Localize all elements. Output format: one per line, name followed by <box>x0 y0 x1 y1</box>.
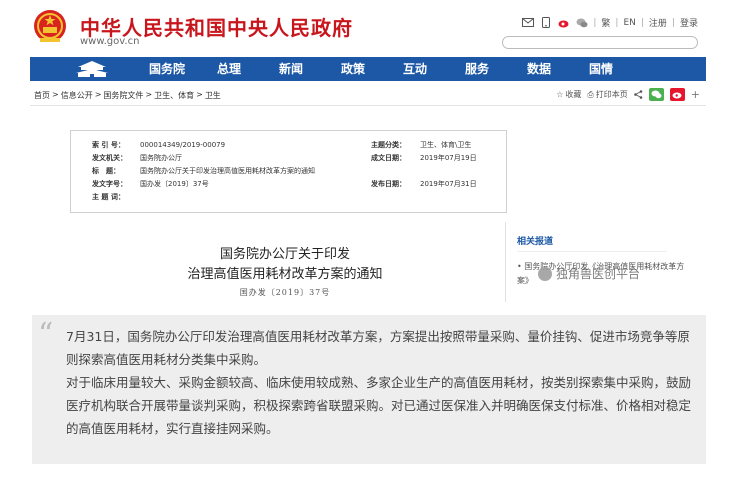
nav-item-news[interactable]: 新闻 <box>260 57 322 81</box>
document-title-line2: 治理高值医用耗材改革方案的通知 <box>187 267 383 282</box>
meta-row-issuer: 发文机关： 国务院办公厅 成文日期： 2019年07月19日 <box>71 152 506 164</box>
meta-index-label: 索 引 号： <box>92 141 125 149</box>
meta-docno-label: 发文字号： <box>92 180 127 188</box>
star-icon: ☆ <box>556 90 564 99</box>
separator: | <box>615 17 619 28</box>
watermark-text: 独角兽医创平台 <box>556 267 641 281</box>
top-links: | 繁 | EN | 注册 | 登录 <box>521 16 698 29</box>
link-traditional[interactable]: 繁 <box>601 16 610 29</box>
meta-row-title: 标 题： 国务院办公厅关于印发治理高值医用耗材改革方案的通知 <box>71 165 506 177</box>
breadcrumb-health[interactable]: 卫生 <box>205 90 221 101</box>
more-share-icon[interactable]: + <box>691 88 700 101</box>
nav-item-premier[interactable]: 总理 <box>198 57 260 81</box>
print-button[interactable]: ⎙ 打印本页 <box>587 89 627 100</box>
share-icon[interactable] <box>633 90 643 99</box>
breadcrumb-separator: > <box>196 90 203 99</box>
separator: | <box>640 17 644 28</box>
meta-published-label: 发布日期： <box>371 180 406 188</box>
link-english[interactable]: EN <box>623 18 635 28</box>
separator: | <box>593 17 597 28</box>
weibo-share-icon[interactable] <box>669 88 685 101</box>
search-input[interactable] <box>502 36 698 49</box>
breadcrumb-separator: > <box>52 90 59 99</box>
meta-docno-value: 国办发〔2019〕37号 <box>140 180 209 188</box>
wechat-share-icon[interactable] <box>648 88 664 101</box>
print-label: 打印本页 <box>595 90 628 99</box>
printer-icon: ⎙ <box>587 89 594 99</box>
link-register[interactable]: 注册 <box>649 16 667 29</box>
meta-keywords-label: 主 题 词： <box>92 193 125 201</box>
breadcrumb-info-public[interactable]: 信息公开 <box>61 90 93 101</box>
weibo-icon[interactable] <box>557 17 570 28</box>
quote-block: “ 7月31日，国务院办公厅印发治理高值医用耗材改革方案，方案提出按照带量采购、… <box>32 315 706 464</box>
site-header: 中华人民共和国中央人民政府 www.gov.cn | 繁 | EN | 注册 |… <box>0 0 738 58</box>
national-emblem-icon[interactable] <box>32 6 68 46</box>
quote-mark-icon: “ <box>38 317 54 352</box>
meta-index-value: 000014349/2019-00079 <box>140 141 226 149</box>
nav-items: 国务院 总理 新闻 政策 互动 服务 数据 国情 <box>136 57 632 81</box>
meta-issuer-value: 国务院办公厅 <box>140 154 182 162</box>
nav-item-policy[interactable]: 政策 <box>322 57 384 81</box>
watermark: 独角兽医创平台 <box>538 265 640 282</box>
document-title-line1: 国务院办公厅关于印发 <box>219 247 350 262</box>
favorite-button[interactable]: ☆ 收藏 <box>556 89 581 100</box>
meta-row-docno: 发文字号： 国办发〔2019〕37号 发布日期： 2019年07月31日 <box>71 178 506 190</box>
meta-issuer-label: 发文机关： <box>92 154 127 162</box>
page-actions: ☆ 收藏 ⎙ 打印本页 + <box>556 88 700 101</box>
separator: | <box>671 17 675 28</box>
breadcrumb-separator: > <box>145 90 153 99</box>
quote-text: 7月31日，国务院办公厅印发治理高值医用耗材改革方案，方案提出按照带量采购、量价… <box>66 325 692 440</box>
nav-item-interaction[interactable]: 互动 <box>384 57 446 81</box>
meta-title-value: 国务院办公厅关于印发治理高值医用耗材改革方案的通知 <box>140 167 315 175</box>
meta-row-index: 索 引 号： 000014349/2019-00079 主题分类： 卫生、体育\… <box>71 139 506 151</box>
nav-item-services[interactable]: 服务 <box>446 57 508 81</box>
breadcrumb: 首页 > 信息公开 > 国务院文件 > 卫生、体育 > 卫生 <box>34 90 221 101</box>
document-meta-table: 索 引 号： 000014349/2019-00079 主题分类： 卫生、体育\… <box>70 130 507 213</box>
link-login[interactable]: 登录 <box>680 16 698 29</box>
mail-icon[interactable] <box>521 17 534 28</box>
watermark-logo-icon <box>538 266 552 281</box>
wechat-icon[interactable] <box>575 17 588 28</box>
main-nav: 国务院 总理 新闻 政策 互动 服务 数据 国情 <box>30 57 706 81</box>
meta-row-keywords: 主 题 词： <box>71 191 506 203</box>
meta-published-value: 2019年07月31日 <box>420 180 477 188</box>
nav-item-state-council[interactable]: 国务院 <box>136 57 198 81</box>
nav-item-data[interactable]: 数据 <box>508 57 570 81</box>
meta-title-label: 标 题： <box>92 167 120 175</box>
breadcrumb-health-sports[interactable]: 卫生、体育 <box>154 90 194 101</box>
meta-topic-label: 主题分类： <box>371 141 406 149</box>
document-title-block: 国务院办公厅关于印发 治理高值医用耗材改革方案的通知 国办发〔2019〕37号 <box>130 245 440 298</box>
document-number: 国办发〔2019〕37号 <box>239 288 331 297</box>
related-reports-title: 相关报道 <box>517 234 667 252</box>
site-url: www.gov.cn <box>80 36 140 47</box>
breadcrumb-row: 首页 > 信息公开 > 国务院文件 > 卫生、体育 > 卫生 ☆ 收藏 ⎙ 打印… <box>34 88 704 102</box>
meta-created-label: 成文日期： <box>371 154 406 162</box>
nav-item-national-info[interactable]: 国情 <box>570 57 632 81</box>
meta-topic-value: 卫生、体育\卫生 <box>420 141 472 149</box>
breadcrumb-separator: > <box>94 90 102 99</box>
quote-paragraph-2: 对于临床用量较大、采购金额较高、临床使用较成熟、多家企业生产的高值医用耗材，按类… <box>66 375 692 436</box>
favorite-label: 收藏 <box>565 90 582 99</box>
related-divider <box>505 222 506 302</box>
meta-created-value: 2019年07月19日 <box>420 154 477 162</box>
quote-paragraph-1: 7月31日，国务院办公厅印发治理高值医用耗材改革方案，方案提出按照带量采购、量价… <box>66 329 690 367</box>
tiananmen-logo-icon[interactable] <box>74 59 110 79</box>
breadcrumb-home[interactable]: 首页 <box>34 90 50 101</box>
breadcrumb-divider <box>30 105 706 106</box>
breadcrumb-state-council-docs[interactable]: 国务院文件 <box>103 90 143 101</box>
mobile-icon[interactable] <box>539 17 552 28</box>
